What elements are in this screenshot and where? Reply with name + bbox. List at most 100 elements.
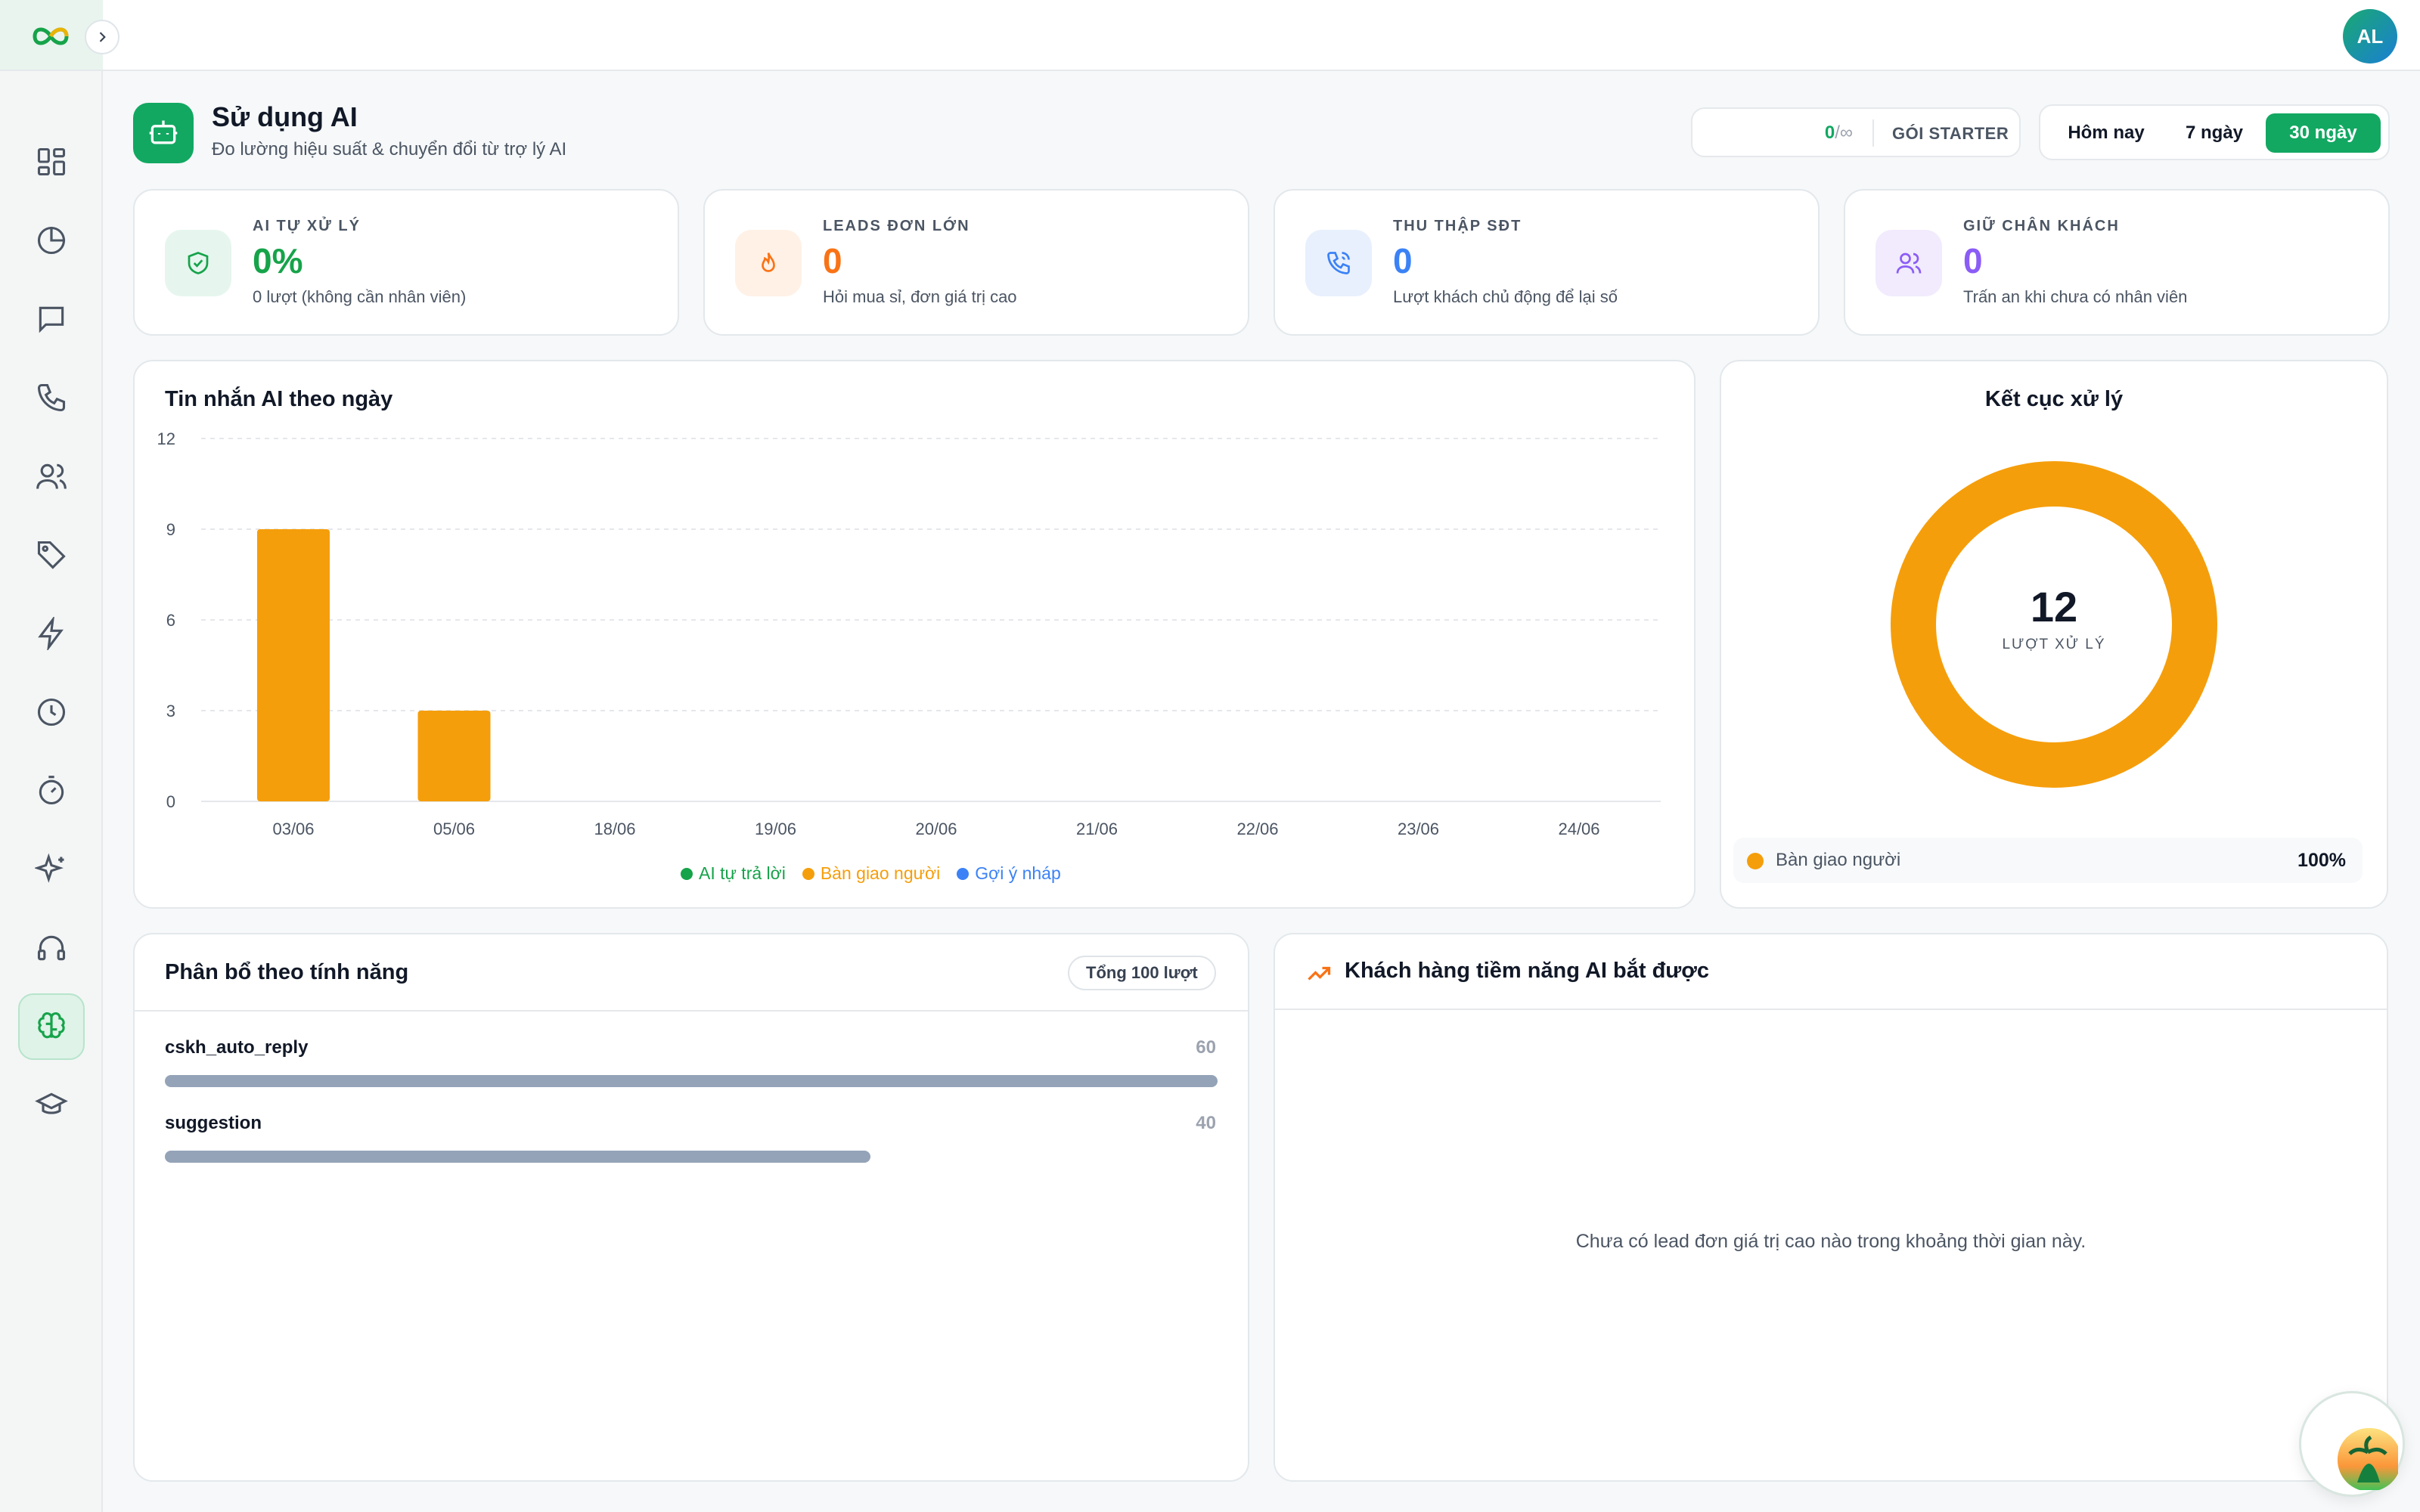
legend-label: AI tự trả lời: [699, 863, 786, 883]
range-7days-button[interactable]: 7 ngày: [2169, 113, 2260, 153]
island-avatar-icon: [2338, 1428, 2398, 1490]
feature-bar-fill: [165, 1075, 1218, 1087]
legend-dot: [802, 867, 814, 880]
sidebar-item-dashboard[interactable]: [18, 129, 85, 195]
sidebar-collapse-button[interactable]: [85, 20, 119, 54]
panel-divider: [1275, 1009, 2387, 1010]
quota-value: 0/∞: [1825, 122, 1853, 144]
stat-label: LEADS ĐƠN LỚN: [823, 218, 970, 234]
x-tick-label: 21/06: [1076, 820, 1118, 838]
outcome-label: Bàn giao người: [1776, 850, 1901, 870]
stat-value: 0%: [253, 241, 303, 280]
sidebar-item-support[interactable]: [18, 915, 85, 981]
quota-limit: /∞: [1835, 122, 1853, 143]
daily-bar-chart: 0 3 6 9 12 03/06 05/06 18/06 19/06 20/06 21/06 22/0…: [157, 429, 1661, 838]
stat-description: Hỏi mua sỉ, đơn giá trị cao: [823, 287, 1017, 306]
total-badge: Tổng 100 lượt: [1068, 956, 1216, 990]
legend-item-handoff[interactable]: Bàn giao người: [802, 863, 940, 884]
sidebar-item-history[interactable]: [18, 679, 85, 745]
feature-bar-track: [165, 1075, 1218, 1087]
sidebar-item-training[interactable]: [18, 1072, 85, 1139]
stat-icon-wrap: [1876, 230, 1942, 296]
y-tick-label: 0: [166, 792, 175, 811]
sidebar: [0, 0, 103, 1512]
sidebar-item-customers[interactable]: [18, 443, 85, 510]
feature-name: suggestion: [165, 1113, 262, 1133]
legend-item-draft[interactable]: Gợi ý nháp: [957, 863, 1061, 884]
users-icon: [1896, 253, 1922, 274]
graduation-cap-icon: [35, 1092, 68, 1114]
bar: [257, 529, 330, 801]
stat-value: 0: [1393, 241, 1413, 280]
sidebar-item-tags[interactable]: [18, 522, 85, 588]
stat-label: THU THẬP SĐT: [1393, 218, 1522, 234]
y-tick-label: 9: [166, 520, 175, 539]
feature-bar-fill: [165, 1151, 870, 1163]
outcome-percent: 100%: [2297, 850, 2346, 871]
chat-widget-button[interactable]: [2299, 1391, 2405, 1497]
feature-count: 60: [1196, 1037, 1216, 1058]
stat-label: GIỮ CHÂN KHÁCH: [1963, 218, 2120, 234]
legend-label: Gợi ý nháp: [975, 863, 1061, 883]
panel-divider: [135, 1010, 1248, 1012]
y-tick-label: 3: [166, 702, 175, 720]
x-tick-label: 20/06: [915, 820, 957, 838]
quota-used: 0: [1824, 122, 1835, 143]
lightning-icon: [38, 617, 64, 650]
stat-icon-wrap: [165, 230, 231, 296]
brain-icon: [38, 1012, 65, 1039]
feature-panel-title: Phân bổ theo tính năng: [165, 960, 409, 984]
stat-label: AI TỰ XỬ LÝ: [253, 218, 361, 234]
sidebar-item-automation[interactable]: [18, 600, 85, 667]
users-icon: [36, 463, 67, 489]
user-avatar[interactable]: AL: [2343, 9, 2397, 64]
x-tick-label: 19/06: [755, 820, 796, 838]
outcome-title: Kết cục xử lý: [1984, 387, 2124, 411]
chevron-right-icon: [99, 32, 106, 42]
quota-divider: [1872, 119, 1874, 147]
x-tick-label: 23/06: [1398, 820, 1439, 838]
stat-card-big-leads: LEADS ĐƠN LỚN 0 Hỏi mua sỉ, đơn giá trị …: [703, 189, 1249, 336]
page-subtitle: Đo lường hiệu suất & chuyển đổi từ trợ l…: [212, 139, 567, 160]
sidebar-item-ai-assist[interactable]: [18, 836, 85, 903]
x-tick-label: 03/06: [272, 820, 314, 838]
plan-label: GÓI STARTER: [1892, 124, 2009, 143]
infinity-logo-icon[interactable]: [30, 21, 71, 51]
stat-card-retention: GIỮ CHÂN KHÁCH 0 Trấn an khi chưa có nhâ…: [1844, 189, 2390, 336]
range-30days-button[interactable]: 30 ngày: [2266, 113, 2381, 153]
flame-icon: [762, 253, 775, 272]
pie-chart-icon: [37, 226, 66, 255]
tag-icon: [37, 541, 66, 569]
headset-icon: [37, 935, 66, 961]
chat-icon: [39, 306, 64, 333]
y-tick-label: 6: [166, 611, 175, 630]
sidebar-item-reports[interactable]: [18, 207, 85, 274]
stat-card-ai-self-handled: AI TỰ XỬ LÝ 0% 0 lượt (không cần nhân vi…: [133, 189, 679, 336]
bot-icon: [149, 120, 178, 144]
page-icon: [133, 103, 194, 163]
legend-dot: [681, 867, 693, 880]
x-tick-label: 18/06: [594, 820, 635, 838]
x-tick-label: 05/06: [433, 820, 475, 838]
shield-check-icon: [188, 252, 209, 274]
daily-chart-title: Tin nhắn AI theo ngày: [165, 387, 393, 411]
phone-icon: [1327, 252, 1350, 274]
ai-leads-panel: [1274, 933, 2388, 1482]
donut-total: 12: [2030, 583, 2078, 631]
sidebar-item-timer[interactable]: [18, 758, 85, 824]
sidebar-item-calls[interactable]: [18, 364, 85, 431]
sidebar-item-messages[interactable]: [18, 286, 85, 352]
stat-icon-wrap: [1305, 230, 1372, 296]
feature-bar-track: [165, 1151, 1218, 1163]
stat-card-phone-collected: THU THẬP SĐT 0 Lượt khách chủ động để lạ…: [1274, 189, 1820, 336]
sidebar-item-ai-usage[interactable]: [18, 993, 85, 1060]
trending-up-icon: [1308, 966, 1331, 981]
stat-value: 0: [823, 241, 842, 280]
dashboard-icon: [37, 147, 66, 176]
range-today-button[interactable]: Hôm nay: [2055, 113, 2157, 153]
legend-item-ai-reply[interactable]: AI tự trả lời: [681, 863, 786, 884]
phone-icon: [37, 383, 66, 412]
outcome-dot: [1747, 853, 1764, 869]
leads-panel-title: Khách hàng tiềm năng AI bắt được: [1345, 959, 1710, 983]
chart-legend: AI tự trả lời Bàn giao người Gợi ý nháp: [681, 863, 1061, 884]
